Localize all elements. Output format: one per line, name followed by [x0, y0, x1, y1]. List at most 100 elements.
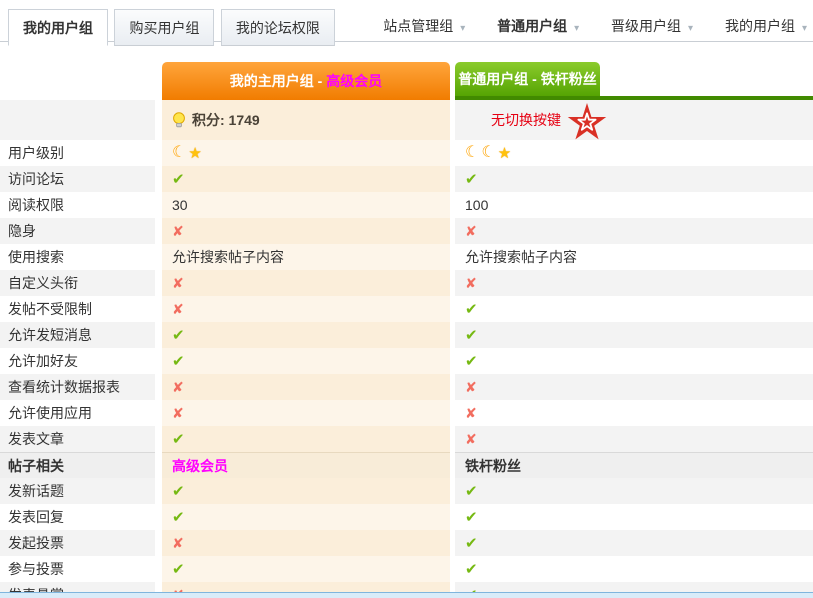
tab-my-usergroup[interactable]: 我的用户组: [8, 9, 108, 46]
cell-primary: ✔: [162, 348, 450, 374]
cross-icon: ✘: [172, 302, 184, 316]
cross-icon: ✘: [172, 380, 184, 394]
compare-group-tab[interactable]: 普通用户组 - 铁杆粉丝: [455, 62, 600, 96]
cell-compare: ✔: [455, 530, 813, 556]
tab-my-forum-permissions[interactable]: 我的论坛权限: [221, 9, 335, 46]
cell-primary: ✘: [162, 530, 450, 556]
cell-compare: ✔: [455, 348, 813, 374]
star-icon: ★: [498, 146, 511, 161]
table-row: 参与投票 ✔ ✔: [0, 556, 813, 582]
cell-text: 允许搜索帖子内容: [465, 247, 577, 267]
row-label: 允许发短消息: [0, 322, 155, 348]
cross-icon: ✘: [465, 406, 477, 420]
cell-primary: 30: [162, 192, 450, 218]
check-icon: ✔: [465, 354, 478, 369]
my-usergroup-page: 我的用户组 购买用户组 我的论坛权限 站点管理组▾ 普通用户组▾ 晋级用户组▾ …: [0, 0, 813, 598]
credits-cell: 积分: 1749: [162, 100, 450, 140]
cell-text: 铁杆粉丝: [465, 456, 521, 476]
cell-compare: ✔: [455, 478, 813, 504]
cell-primary: ✘: [162, 400, 450, 426]
check-icon: ✔: [172, 172, 185, 187]
tab-buy-usergroup[interactable]: 购买用户组: [114, 9, 214, 46]
cell-text: 允许搜索帖子内容: [172, 247, 284, 267]
cell-compare: ✔: [455, 166, 813, 192]
cell-primary: ✘: [162, 270, 450, 296]
moon-icon: ☾: [481, 145, 495, 161]
cell-primary: ✔: [162, 322, 450, 348]
table-row: 访问论坛 ✔ ✔: [0, 166, 813, 192]
cell-compare: ✘: [455, 400, 813, 426]
cross-icon: ✘: [172, 276, 184, 290]
moon-icon: ☾: [465, 145, 479, 161]
table-row: 允许加好友✔✔: [0, 348, 813, 374]
row-label: 发起投票: [0, 530, 155, 556]
table-row: 发起投票 ✘ ✔: [0, 530, 813, 556]
no-switch-note: 无切换按键: [491, 110, 561, 130]
cell-primary: ✘: [162, 296, 450, 322]
cross-icon: ✘: [172, 224, 184, 238]
group-link-normal-user[interactable]: 普通用户组▾: [497, 18, 579, 34]
check-icon: ✔: [465, 302, 478, 317]
check-icon: ✔: [172, 354, 185, 369]
group-link-upgrade-user[interactable]: 晋级用户组▾: [611, 18, 693, 34]
table-row: 用户级别☾★☾☾★: [0, 140, 813, 166]
row-label: 访问论坛: [0, 166, 155, 192]
moon-icon: ☾: [172, 145, 186, 161]
row-label: 发新话题: [0, 478, 155, 504]
no-switch-cell: 无切换按键: [455, 100, 813, 140]
cell-primary: ✔: [162, 426, 450, 452]
check-icon: ✔: [465, 536, 478, 551]
tab-bar: 我的用户组 购买用户组 我的论坛权限 站点管理组▾ 普通用户组▾ 晋级用户组▾ …: [0, 0, 813, 42]
row-label: 用户级别: [0, 140, 155, 166]
check-icon: ✔: [172, 328, 185, 343]
check-icon: ✔: [172, 484, 185, 499]
group-link-site-admin[interactable]: 站点管理组▾: [383, 18, 465, 34]
row-label: 发表回复: [0, 504, 155, 530]
row-label: 自定义头衔: [0, 270, 155, 296]
cross-icon: ✘: [465, 432, 477, 446]
table-row: 使用搜索允许搜索帖子内容允许搜索帖子内容: [0, 244, 813, 270]
cell-compare: 允许搜索帖子内容: [455, 244, 813, 270]
table-row: 隐身 ✘ ✘: [0, 218, 813, 244]
primary-group-name: 高级会员: [326, 71, 382, 91]
group-link-my-usergroup[interactable]: 我的用户组▾: [725, 18, 807, 34]
compare-header-row: 我的主用户组 - 高级会员 普通用户组 - 铁杆粉丝: [0, 62, 813, 100]
cell-compare: ✘: [455, 218, 813, 244]
check-icon: ✔: [172, 510, 185, 525]
row-label: 使用搜索: [0, 244, 155, 270]
table-row: 允许发短消息 ✔ ✔: [0, 322, 813, 348]
cell-compare: 铁杆粉丝: [455, 452, 813, 478]
star-annotation-icon: [567, 103, 607, 141]
group-link-label: 站点管理组: [383, 18, 453, 34]
row-label: 发帖不受限制: [0, 296, 155, 322]
cell-compare: ✔: [455, 556, 813, 582]
check-icon: ✔: [465, 562, 478, 577]
bottom-panel-edge: [0, 592, 813, 598]
cell-primary: 允许搜索帖子内容: [162, 244, 450, 270]
primary-group-header-text: 我的主用户组 -: [230, 71, 323, 91]
group-links: 站点管理组▾ 普通用户组▾ 晋级用户组▾ 我的用户组▾: [355, 16, 807, 36]
summary-row-label: [0, 100, 155, 140]
chevron-down-icon: ▾: [574, 23, 579, 34]
cross-icon: ✘: [465, 380, 477, 394]
cell-compare: ✘: [455, 426, 813, 452]
row-label: 阅读权限: [0, 192, 155, 218]
row-label: 参与投票: [0, 556, 155, 582]
cell-text: 高级会员: [172, 456, 228, 476]
table-row: 发表回复 ✔ ✔: [0, 504, 813, 530]
cell-primary: ✔: [162, 166, 450, 192]
cell-primary: 高级会员: [162, 452, 450, 478]
table-row: 发表文章✔✘: [0, 426, 813, 452]
primary-group-header: 我的主用户组 - 高级会员: [162, 62, 450, 100]
cell-primary: ✘: [162, 374, 450, 400]
cross-icon: ✘: [172, 536, 184, 550]
cell-compare: ✔: [455, 322, 813, 348]
cell-text: 100: [465, 197, 488, 213]
row-label: 隐身: [0, 218, 155, 244]
check-icon: ✔: [465, 172, 478, 187]
group-link-label: 晋级用户组: [611, 18, 681, 34]
star-icon: ★: [188, 146, 201, 161]
cell-primary: ✔: [162, 556, 450, 582]
table-row: 查看统计数据报表✘✘: [0, 374, 813, 400]
cell-compare: ✔: [455, 504, 813, 530]
